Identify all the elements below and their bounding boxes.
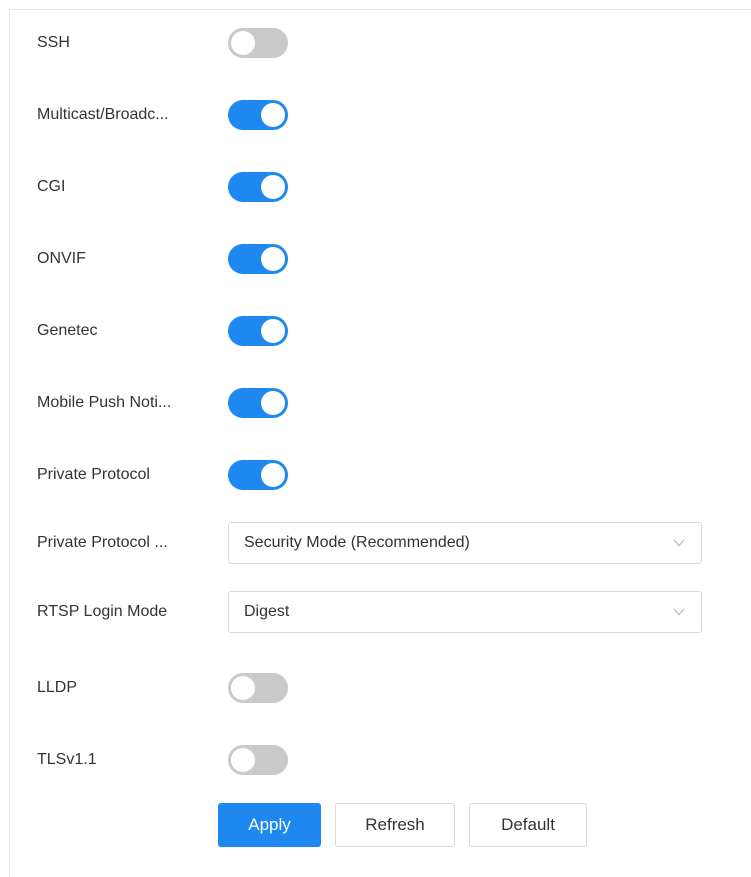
refresh-button[interactable]: Refresh xyxy=(335,803,455,847)
tlsv11-label: TLSv1.1 xyxy=(37,751,97,768)
toggle-knob xyxy=(261,463,285,487)
setting-row-lldp: LLDP xyxy=(10,668,751,708)
setting-row-cgi: CGI xyxy=(10,167,751,207)
setting-row-tlsv11: TLSv1.1 xyxy=(10,740,751,780)
setting-row-genetec: Genetec xyxy=(10,311,751,351)
toggle-knob xyxy=(231,31,255,55)
private-protocol-toggle[interactable] xyxy=(228,460,288,490)
default-button[interactable]: Default xyxy=(469,803,587,847)
chevron-down-icon xyxy=(673,539,685,547)
mobile-push-toggle[interactable] xyxy=(228,388,288,418)
private-protocol-mode-value: Security Mode (Recommended) xyxy=(244,534,470,551)
multicast-toggle[interactable] xyxy=(228,100,288,130)
tlsv11-toggle[interactable] xyxy=(228,745,288,775)
private-protocol-mode-select[interactable]: Security Mode (Recommended) xyxy=(228,522,702,564)
genetec-label: Genetec xyxy=(37,322,98,339)
toggle-knob xyxy=(261,175,285,199)
setting-row-private-protocol: Private Protocol xyxy=(10,455,751,495)
cgi-toggle[interactable] xyxy=(228,172,288,202)
toggle-knob xyxy=(261,319,285,343)
setting-row-onvif: ONVIF xyxy=(10,239,751,279)
setting-row-mobile-push: Mobile Push Noti... xyxy=(10,383,751,423)
multicast-label: Multicast/Broadc... xyxy=(37,106,169,123)
ssh-toggle[interactable] xyxy=(228,28,288,58)
toggle-knob xyxy=(261,391,285,415)
setting-row-private-protocol-mode: Private Protocol ... Security Mode (Reco… xyxy=(10,522,751,564)
rtsp-login-mode-value: Digest xyxy=(244,603,290,620)
settings-panel: SSH Multicast/Broadc... CGI ONVIF Genete… xyxy=(9,9,751,877)
setting-row-rtsp-login-mode: RTSP Login Mode Digest xyxy=(10,591,751,633)
genetec-toggle[interactable] xyxy=(228,316,288,346)
setting-row-multicast: Multicast/Broadc... xyxy=(10,95,751,135)
apply-button[interactable]: Apply xyxy=(218,803,321,847)
setting-row-ssh: SSH xyxy=(10,23,751,63)
onvif-toggle[interactable] xyxy=(228,244,288,274)
toggle-knob xyxy=(261,247,285,271)
onvif-label: ONVIF xyxy=(37,250,86,267)
private-protocol-mode-label: Private Protocol ... xyxy=(37,534,168,551)
ssh-label: SSH xyxy=(37,34,70,51)
toggle-knob xyxy=(261,103,285,127)
rtsp-login-mode-label: RTSP Login Mode xyxy=(37,603,168,620)
rtsp-login-mode-select[interactable]: Digest xyxy=(228,591,702,633)
toggle-knob xyxy=(231,748,255,772)
lldp-label: LLDP xyxy=(37,679,78,696)
private-protocol-label: Private Protocol xyxy=(37,466,150,483)
lldp-toggle[interactable] xyxy=(228,673,288,703)
toggle-knob xyxy=(231,676,255,700)
chevron-down-icon xyxy=(673,608,685,616)
mobile-push-label: Mobile Push Noti... xyxy=(37,394,172,411)
cgi-label: CGI xyxy=(37,178,66,195)
